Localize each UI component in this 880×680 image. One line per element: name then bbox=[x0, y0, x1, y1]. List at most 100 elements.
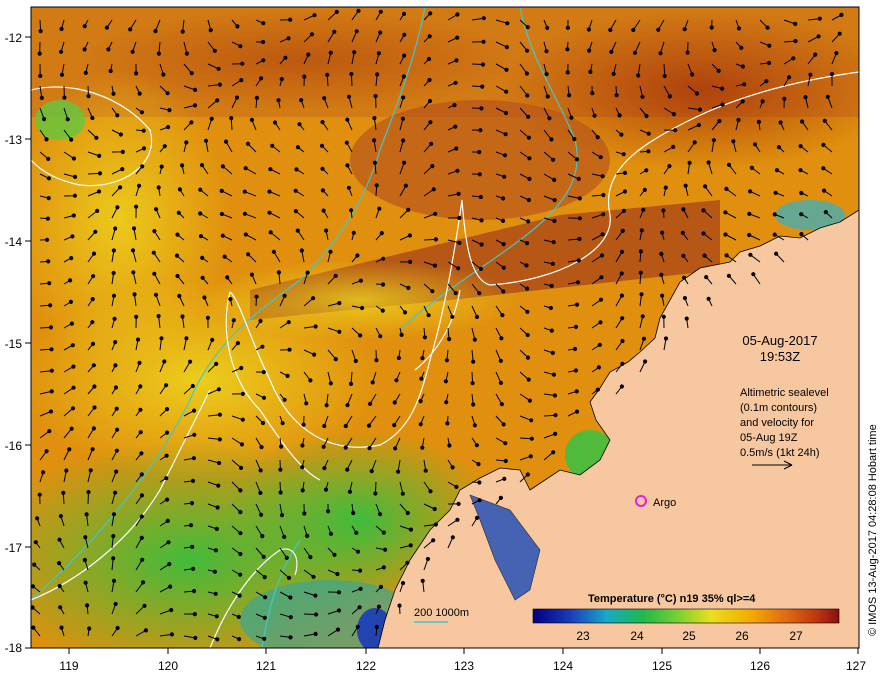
velocity-arrow-head bbox=[620, 361, 625, 366]
velocity-arrow-head bbox=[346, 185, 351, 190]
velocity-arrow-head bbox=[111, 293, 117, 298]
velocity-arrow-head bbox=[332, 29, 337, 34]
velocity-arrow-head bbox=[337, 301, 342, 306]
velocity-arrow-head bbox=[235, 341, 240, 346]
velocity-arrow-head bbox=[347, 489, 352, 494]
x-tick-label: 123 bbox=[454, 659, 474, 673]
velocity-arrow-head bbox=[596, 365, 602, 370]
velocity-arrow-head bbox=[429, 141, 434, 146]
velocity-arrow-head bbox=[222, 254, 227, 259]
velocity-arrow-head bbox=[276, 98, 281, 103]
velocity-arrow-head bbox=[662, 73, 667, 79]
velocity-arrow-head bbox=[595, 387, 600, 392]
velocity-arrow-head bbox=[829, 71, 835, 77]
velocity-arrow-head bbox=[140, 164, 145, 169]
velocity-arrow-head bbox=[471, 402, 476, 407]
velocity-arrow-head bbox=[396, 355, 401, 361]
velocity-arrow-head bbox=[91, 426, 97, 431]
velocity-arrow-head bbox=[803, 95, 808, 100]
velocity-arrow-head bbox=[308, 555, 313, 560]
velocity-arrow-head bbox=[661, 208, 666, 213]
velocity-arrow-head bbox=[772, 212, 777, 217]
velocity-arrow-head bbox=[138, 407, 143, 412]
velocity-arrow-head bbox=[58, 514, 64, 519]
velocity-arrow-head bbox=[407, 233, 412, 238]
velocity-arrow-head bbox=[577, 216, 582, 221]
velocity-arrow-head bbox=[659, 272, 664, 277]
velocity-arrow-head bbox=[360, 305, 365, 311]
velocity-arrow-head bbox=[334, 9, 339, 14]
velocity-arrow-head bbox=[680, 230, 685, 235]
velocity-arrow-head bbox=[667, 164, 672, 169]
colorbar-tick: 24 bbox=[630, 629, 644, 643]
velocity-arrow-head bbox=[663, 185, 668, 190]
velocity-arrow-head bbox=[85, 603, 90, 608]
velocity-arrow-head bbox=[205, 315, 210, 320]
velocity-arrow-head bbox=[643, 359, 648, 364]
velocity-arrow-head bbox=[159, 164, 164, 169]
velocity-arrow-head bbox=[453, 291, 458, 296]
velocity-arrow-head bbox=[402, 160, 407, 165]
velocity-arrow-head bbox=[276, 270, 281, 275]
velocity-arrow-head bbox=[313, 593, 318, 598]
velocity-arrow-head bbox=[402, 53, 407, 58]
velocity-arrow-head bbox=[267, 210, 272, 215]
velocity-arrow-head bbox=[309, 32, 315, 37]
velocity-arrow-head bbox=[380, 308, 385, 313]
velocity-arrow-head bbox=[333, 357, 338, 362]
sst-map: Argo 119 120 121 122 123 124 125 126 127… bbox=[5, 6, 879, 673]
velocity-arrow-head bbox=[731, 139, 736, 144]
velocity-arrow-head bbox=[169, 607, 174, 613]
velocity-arrow-head bbox=[235, 24, 240, 29]
velocity-arrow-head bbox=[551, 157, 556, 162]
velocity-arrow-head bbox=[499, 336, 504, 341]
velocity-arrow-head bbox=[736, 117, 741, 123]
velocity-arrow-head bbox=[432, 263, 438, 268]
velocity-arrow-head bbox=[284, 555, 289, 561]
velocity-arrow-head bbox=[525, 286, 530, 291]
velocity-arrow-head bbox=[502, 476, 507, 481]
velocity-arrow-head bbox=[324, 403, 329, 408]
velocity-arrow-head bbox=[505, 21, 510, 26]
velocity-arrow-head bbox=[242, 211, 247, 216]
velocity-arrow-head bbox=[137, 91, 142, 96]
velocity-arrow-head bbox=[837, 31, 842, 36]
velocity-arrow-head bbox=[366, 423, 372, 428]
velocity-arrow-head bbox=[272, 120, 278, 125]
velocity-arrow-head bbox=[167, 562, 172, 567]
y-tick-label: -16 bbox=[5, 439, 23, 453]
velocity-arrow-head bbox=[97, 153, 102, 158]
velocity-arrow-head bbox=[135, 337, 141, 342]
velocity-arrow-head bbox=[302, 74, 307, 79]
velocity-arrow-head bbox=[599, 253, 605, 258]
velocity-arrow-head bbox=[345, 467, 350, 472]
velocity-arrow-head bbox=[213, 591, 218, 596]
velocity-arrow-head bbox=[320, 188, 325, 193]
velocity-arrow-head bbox=[217, 437, 222, 442]
velocity-arrow-head bbox=[420, 356, 425, 361]
velocity-arrow-head bbox=[32, 562, 37, 567]
velocity-arrow-head bbox=[453, 124, 458, 129]
velocity-arrow-head bbox=[527, 156, 532, 161]
velocity-arrow-head bbox=[219, 188, 224, 193]
velocity-arrow-head bbox=[313, 631, 318, 637]
velocity-arrow-head bbox=[164, 407, 170, 412]
velocity-arrow-head bbox=[82, 47, 87, 52]
velocity-arrow-head bbox=[198, 234, 204, 239]
velocity-arrow-head bbox=[278, 467, 283, 472]
velocity-arrow-head bbox=[349, 208, 354, 213]
velocity-arrow-head bbox=[358, 333, 363, 338]
velocity-arrow-head bbox=[139, 514, 144, 519]
velocity-arrow-head bbox=[59, 26, 64, 32]
velocity-arrow-head bbox=[472, 423, 477, 428]
velocity-arrow-head bbox=[600, 232, 605, 237]
velocity-arrow-head bbox=[220, 164, 225, 169]
velocity-arrow-head bbox=[134, 204, 139, 209]
velocity-arrow-head bbox=[184, 140, 189, 145]
velocity-arrow-head bbox=[261, 21, 266, 26]
velocity-arrow-head bbox=[667, 94, 672, 99]
velocity-arrow-head bbox=[336, 608, 342, 613]
velocity-arrow-head bbox=[217, 412, 222, 417]
velocity-arrow-head bbox=[231, 318, 236, 323]
velocity-arrow-head bbox=[357, 605, 362, 610]
